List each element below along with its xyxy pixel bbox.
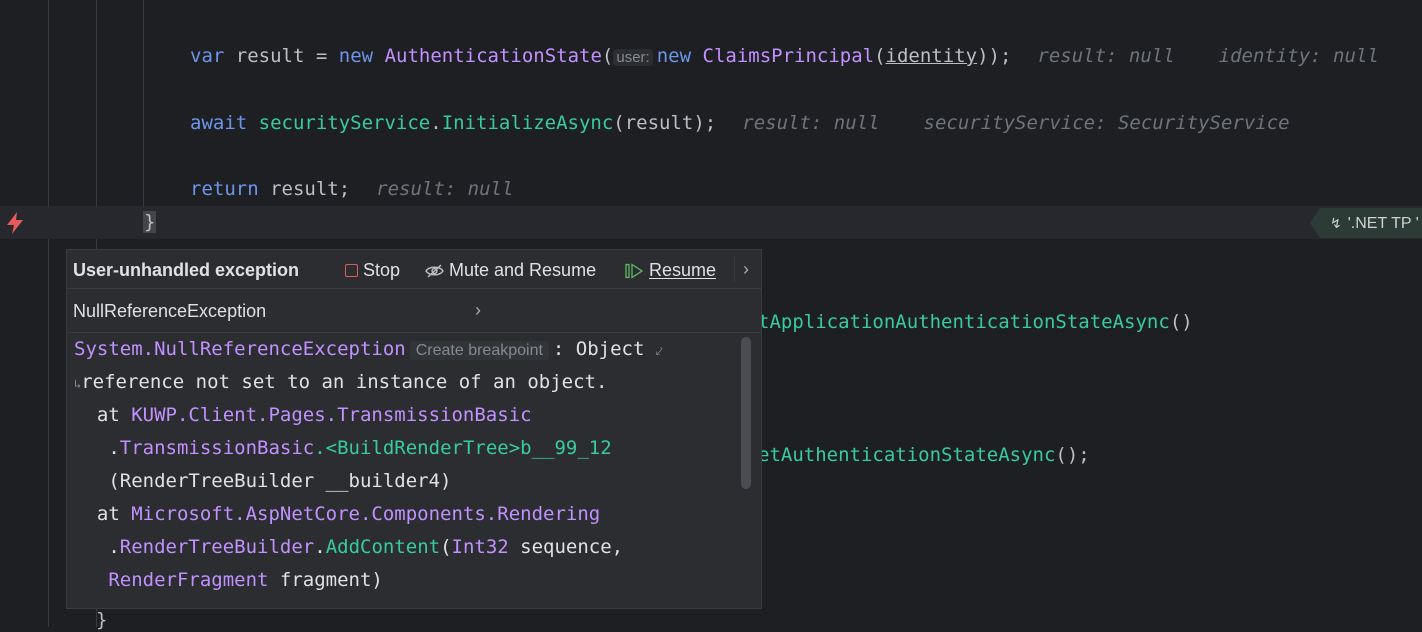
punctuation: (: [874, 45, 886, 67]
popup-header: User-unhandled exception Stop Mute and R…: [67, 250, 761, 289]
mute-label: Mute and Resume: [449, 260, 597, 280]
method-name: etAuthenticationStateAsync: [758, 444, 1056, 466]
method-link[interactable]: AddContent: [326, 536, 440, 558]
code-line: }: [143, 210, 157, 234]
code-line: var result = new AuthenticationState(use…: [190, 44, 1379, 70]
trace-text: fragment): [268, 569, 383, 591]
trace-line: .RenderTreeBuilder.AddContent(Int32 sequ…: [74, 535, 623, 559]
type-name: ClaimsPrincipal: [702, 45, 875, 67]
method-name: tApplicationAuthenticationStateAsync: [758, 311, 1170, 333]
keyword: await: [190, 112, 248, 134]
trace-text: at: [74, 503, 132, 525]
method-name: InitializeAsync: [441, 112, 614, 134]
header-divider: [734, 256, 735, 282]
trace-line: (RenderTreeBuilder __builder4): [74, 469, 452, 493]
punctuation: ));: [977, 45, 1012, 67]
code-line: await securityService.InitializeAsync(re…: [190, 111, 1290, 135]
keyword: var: [190, 45, 225, 67]
trace-line: at Microsoft.AspNetCore.Components.Rende…: [74, 502, 600, 526]
net-tp-badge[interactable]: ↯ '.NET TP ': [1310, 208, 1422, 238]
trace-text: (RenderTreeBuilder __builder4): [74, 470, 452, 492]
mute-and-resume-button[interactable]: Mute and Resume: [425, 260, 596, 281]
punctuation: (): [1169, 311, 1193, 333]
trace-line: at KUWP.Client.Pages.TransmissionBasic: [74, 403, 532, 427]
closing-brace: }: [143, 211, 157, 233]
identifier: securityService: [258, 112, 431, 134]
code-line: }: [96, 608, 107, 632]
trace-text: .: [314, 536, 326, 558]
lightning-icon[interactable]: [4, 211, 26, 235]
keyword: new: [656, 45, 692, 67]
exception-type: System.NullReferenceException: [74, 338, 406, 360]
resume-button[interactable]: Resume: [625, 260, 716, 281]
wrap-arrow-icon: ⤦: [655, 344, 663, 358]
type-link[interactable]: RenderFragment: [74, 569, 268, 591]
keyword: return: [190, 178, 259, 200]
mute-eye-icon: [425, 263, 444, 278]
code-line: return result; result: null: [190, 177, 513, 201]
namespace[interactable]: Microsoft.AspNetCore.Components.Renderin…: [131, 503, 600, 525]
method-link[interactable]: .<BuildRenderTree>b__99_12: [314, 437, 611, 459]
stop-button[interactable]: Stop: [345, 260, 400, 281]
stack-trace[interactable]: System.NullReferenceException Create brea…: [67, 333, 761, 608]
closing-brace: }: [96, 609, 108, 631]
trace-text: : Object: [552, 338, 645, 360]
debug-value-hint: identity: null: [1218, 45, 1379, 67]
net-tp-icon: ↯: [1330, 215, 1342, 231]
code-line: etAuthenticationStateAsync();: [758, 443, 1090, 467]
type-link[interactable]: RenderTreeBuilder: [120, 536, 314, 558]
debug-value-hint: result: null: [742, 112, 880, 134]
trace-text: .: [74, 536, 120, 558]
chevron-right-icon[interactable]: ›: [743, 259, 749, 280]
type-link[interactable]: Int32: [452, 536, 509, 558]
stop-icon: [345, 264, 358, 277]
type-link[interactable]: TransmissionBasic: [120, 437, 314, 459]
popup-title: User-unhandled exception: [73, 260, 300, 280]
punctuation: .: [430, 112, 442, 134]
identifier: result;: [270, 178, 351, 200]
debug-value-hint: securityService: SecurityService: [923, 112, 1290, 134]
trace-line: RenderFragment fragment): [74, 568, 383, 592]
trace-text: reference not set to an instance of an o…: [81, 371, 608, 393]
punctuation: (result);: [613, 112, 717, 134]
trace-text: sequence,: [508, 536, 624, 558]
trace-line: ↳reference not set to an instance of an …: [74, 370, 607, 396]
trace-line: .TransmissionBasic.<BuildRenderTree>b__9…: [74, 436, 611, 460]
trace-text: at: [74, 404, 132, 426]
namespace[interactable]: KUWP.Client.Pages.TransmissionBasic: [131, 404, 531, 426]
indent-guide: [143, 0, 144, 206]
create-breakpoint-link[interactable]: Create breakpoint: [409, 341, 549, 360]
punctuation: (: [601, 45, 614, 67]
exception-name: NullReferenceException: [73, 301, 267, 321]
current-line-highlight: [0, 206, 1422, 239]
resume-icon: [625, 262, 644, 279]
type-name: AuthenticationState: [384, 45, 602, 67]
stop-label: Stop: [363, 260, 401, 280]
debug-value-hint: result: null: [1037, 45, 1175, 67]
trace-line: System.NullReferenceException Create brea…: [74, 337, 663, 363]
code-line: tApplicationAuthenticationStateAsync(): [758, 310, 1193, 334]
debug-value-hint: result: null: [376, 178, 514, 200]
badge-label: '.NET TP ': [1347, 215, 1419, 232]
exception-row[interactable]: NullReferenceException ›: [67, 289, 761, 333]
operator: =: [315, 45, 328, 67]
exception-popup: User-unhandled exception Stop Mute and R…: [66, 249, 762, 609]
resume-label: Resume: [649, 260, 717, 280]
chevron-right-icon[interactable]: ›: [475, 300, 481, 321]
identifier: result: [235, 45, 305, 67]
indent-guide: [48, 0, 49, 627]
punctuation: ();: [1055, 444, 1090, 466]
identifier: identity: [885, 45, 978, 67]
parameter-inlay-hint: user:: [613, 49, 653, 66]
scrollbar-thumb[interactable]: [741, 337, 751, 489]
trace-text: .: [74, 437, 120, 459]
trace-text: (: [440, 536, 452, 558]
keyword: new: [338, 45, 374, 67]
